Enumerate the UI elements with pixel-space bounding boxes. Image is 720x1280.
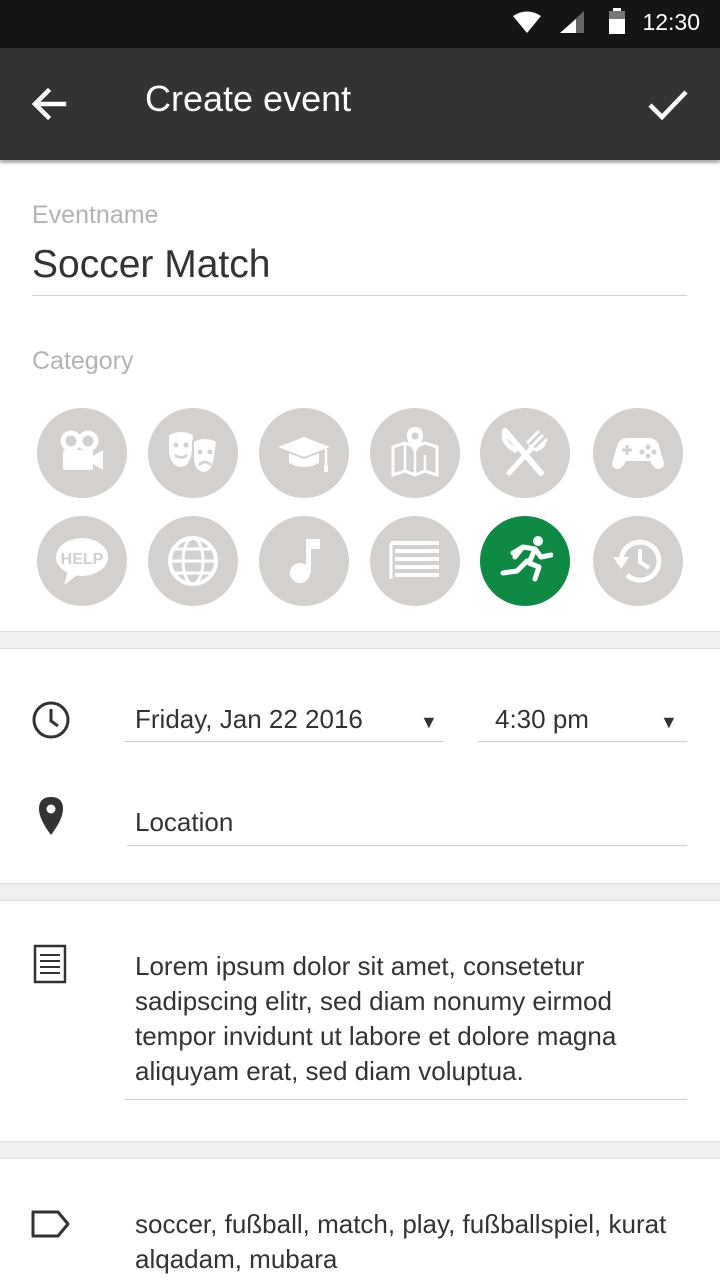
eventname-input[interactable]: Soccer Match bbox=[32, 243, 270, 287]
eventname-underline bbox=[32, 295, 687, 296]
location-input[interactable]: Location bbox=[135, 807, 233, 838]
fork-knife-icon bbox=[501, 428, 549, 476]
tags-input[interactable]: soccer, fußball, match, play, fußballspi… bbox=[135, 1207, 680, 1277]
eventname-label: Eventname bbox=[32, 201, 159, 229]
tag-icon bbox=[31, 1210, 70, 1238]
status-bar: 12:30 bbox=[0, 0, 720, 48]
description-card: Lorem ipsum dolor sit amet, consetetur s… bbox=[0, 900, 720, 1142]
page-title: Create event bbox=[145, 78, 352, 119]
battery-icon bbox=[609, 8, 625, 34]
status-time: 12:30 bbox=[642, 9, 700, 35]
clock-icon bbox=[32, 701, 70, 739]
confirm-check-icon[interactable] bbox=[642, 78, 694, 130]
category-history[interactable] bbox=[593, 516, 683, 606]
datetime-location-card: Friday, Jan 22 2016 ▼ 4:30 pm ▼ Location bbox=[0, 648, 720, 884]
category-movies[interactable] bbox=[37, 408, 127, 498]
date-dropdown[interactable]: Friday, Jan 22 2016 bbox=[135, 704, 363, 735]
music-note-icon bbox=[290, 539, 320, 583]
cell-signal-icon bbox=[560, 11, 584, 33]
date-dropdown-arrow-icon[interactable]: ▼ bbox=[420, 712, 438, 733]
category-food[interactable] bbox=[480, 408, 570, 498]
description-input[interactable]: Lorem ipsum dolor sit amet, consetetur s… bbox=[135, 949, 680, 1089]
category-theater[interactable] bbox=[148, 408, 238, 498]
time-dropdown-arrow-icon[interactable]: ▼ bbox=[660, 712, 678, 733]
theater-masks-icon bbox=[169, 432, 219, 475]
history-icon bbox=[613, 539, 662, 583]
tags-card: soccer, fußball, match, play, fußballspi… bbox=[0, 1158, 720, 1280]
category-label: Category bbox=[32, 347, 134, 375]
category-help[interactable]: HELP bbox=[37, 516, 127, 606]
running-person-icon bbox=[500, 536, 553, 582]
category-music[interactable] bbox=[259, 516, 349, 606]
list-icon bbox=[389, 541, 439, 579]
video-camera-icon bbox=[60, 430, 103, 470]
category-international[interactable] bbox=[148, 516, 238, 606]
event-details-card: Eventname Soccer Match Category HELP bbox=[0, 162, 720, 632]
category-sports[interactable] bbox=[480, 516, 570, 606]
app-bar: Create event bbox=[0, 48, 720, 160]
back-arrow-icon[interactable] bbox=[24, 80, 76, 128]
map-icon bbox=[391, 427, 439, 478]
time-underline bbox=[478, 741, 687, 742]
description-underline bbox=[124, 1099, 687, 1100]
category-education[interactable] bbox=[259, 408, 349, 498]
category-games[interactable] bbox=[593, 408, 683, 498]
wifi-icon bbox=[513, 11, 541, 33]
help-text: HELP bbox=[61, 551, 104, 568]
gamepad-icon bbox=[612, 437, 664, 469]
globe-icon bbox=[168, 536, 218, 586]
location-pin-icon bbox=[39, 797, 63, 835]
help-bubble-icon: HELP bbox=[56, 538, 108, 585]
category-travel[interactable] bbox=[370, 408, 460, 498]
category-list[interactable] bbox=[370, 516, 460, 606]
date-underline bbox=[124, 741, 444, 742]
location-underline bbox=[127, 845, 687, 846]
graduation-cap-icon bbox=[278, 437, 330, 472]
document-icon bbox=[33, 944, 67, 984]
time-dropdown[interactable]: 4:30 pm bbox=[495, 704, 589, 735]
